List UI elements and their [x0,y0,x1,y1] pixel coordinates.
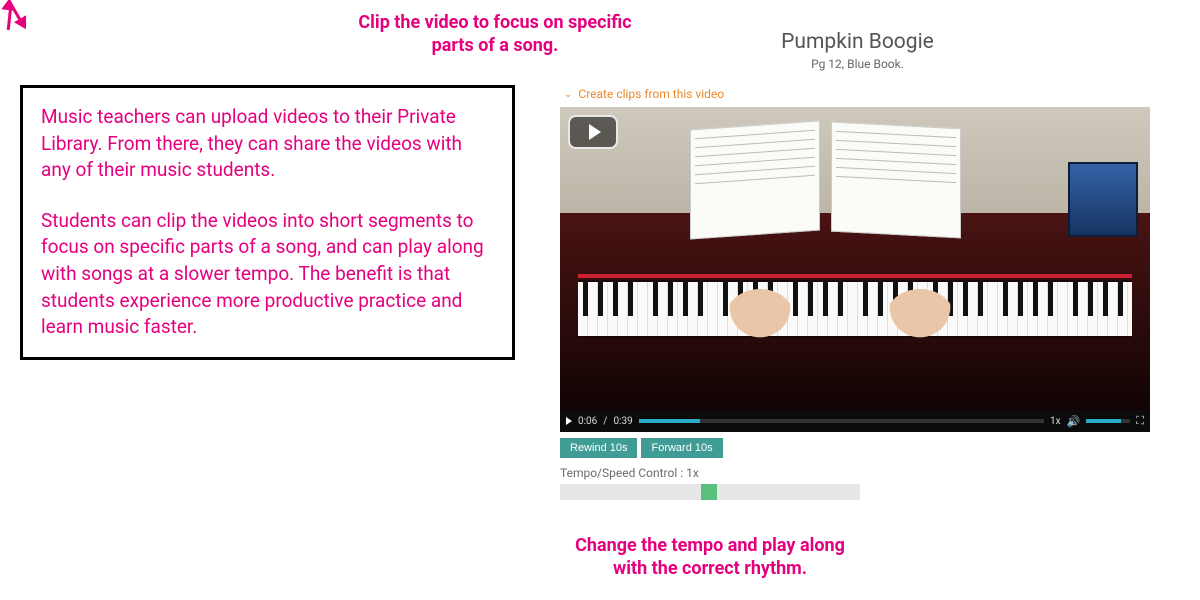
info-paragraph-1: Music teachers can upload videos to thei… [41,104,494,184]
annotation-tempo: Change the tempo and play along with the… [570,535,850,580]
play-overlay-button[interactable] [568,115,618,149]
playback-speed[interactable]: 1x [1050,416,1061,427]
info-box: Music teachers can upload videos to thei… [20,85,515,360]
video-subtitle: Pg 12, Blue Book. [560,57,1155,71]
current-time: 0:06 [578,416,597,427]
play-icon [589,124,601,140]
time-separator: / [603,416,607,427]
progress-track[interactable] [639,419,1044,423]
info-paragraph-2: Students can clip the videos into short … [41,208,494,341]
rewind-10s-button[interactable]: Rewind 10s [560,438,637,458]
arrow-bottom-icon [0,30,20,60]
fullscreen-icon[interactable]: ⛶ [1136,414,1144,428]
video-panel: Pumpkin Boogie Pg 12, Blue Book. ⌄ Creat… [560,30,1155,500]
video-viewport[interactable] [560,107,1150,410]
tempo-slider[interactable] [560,484,860,500]
video-title: Pumpkin Boogie [560,30,1155,54]
skip-controls: Rewind 10s Forward 10s [560,438,1155,458]
video-controls-bar: 0:06 / 0:39 1x 🔊 ⛶ [560,410,1150,432]
forward-10s-button[interactable]: Forward 10s [641,438,722,458]
video-player[interactable]: 0:06 / 0:39 1x 🔊 ⛶ [560,107,1150,432]
create-clips-label: Create clips from this video [578,87,724,101]
duration: 0:39 [613,416,632,427]
tempo-slider-handle[interactable] [701,484,717,500]
volume-icon[interactable]: 🔊 [1067,415,1081,428]
volume-fill [1086,419,1121,423]
volume-track[interactable] [1086,419,1130,423]
play-button[interactable] [566,417,572,425]
create-clips-toggle[interactable]: ⌄ Create clips from this video [564,87,1155,101]
chevron-down-icon: ⌄ [564,89,572,100]
tempo-label: Tempo/Speed Control : 1x [560,466,1155,480]
progress-fill [639,419,700,423]
